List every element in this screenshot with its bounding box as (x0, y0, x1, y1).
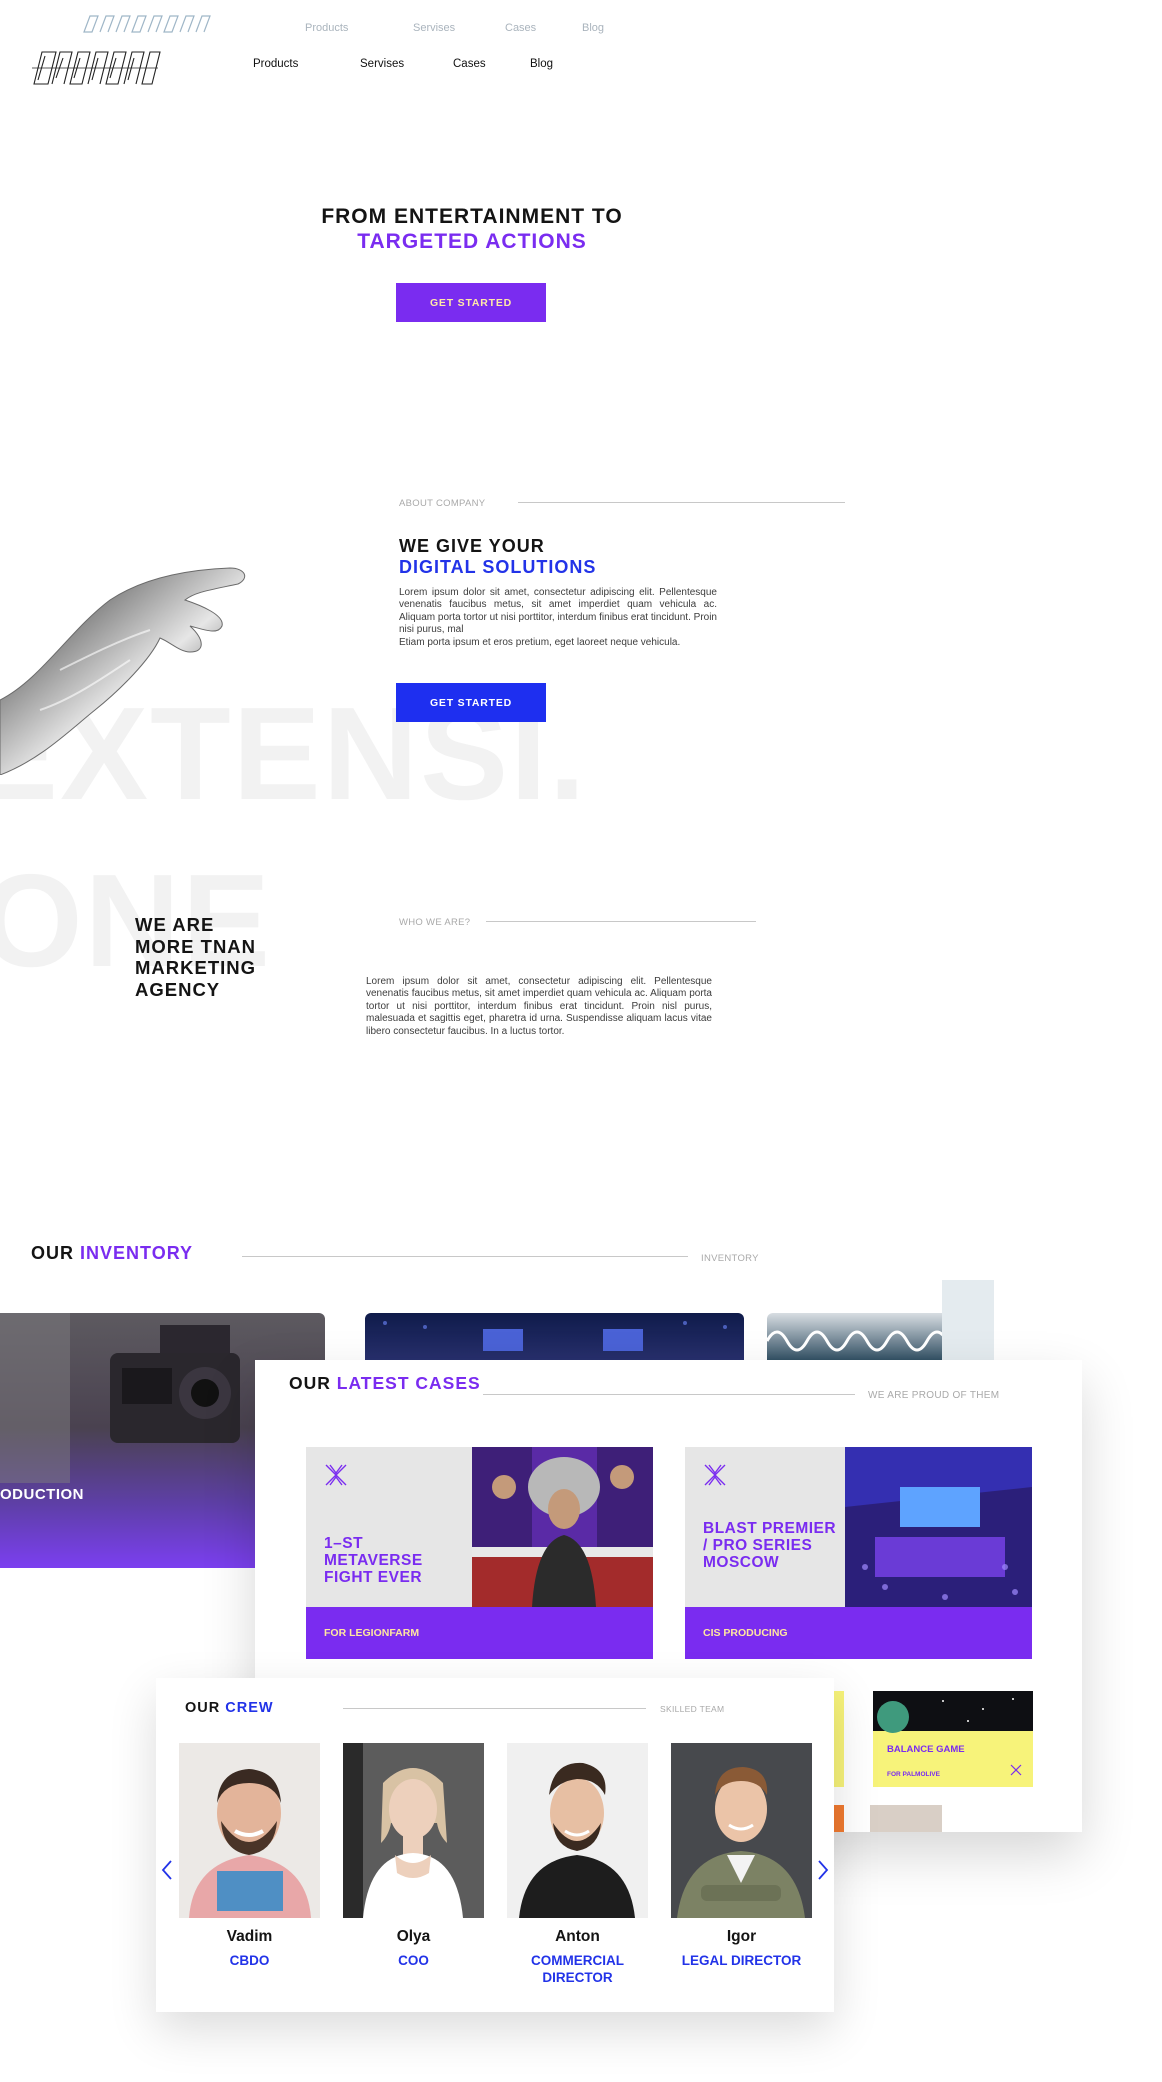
nav-item-servises[interactable]: Servises (360, 58, 404, 70)
balance-game-title: BALANCE GAME (887, 1744, 965, 1755)
planet-image (877, 1698, 1014, 1733)
nav-item-blog[interactable]: Blog (530, 58, 553, 70)
blast-arena-image (845, 1447, 1032, 1607)
crew-role-anton: COMMERCIAL DIRECTOR (531, 1953, 624, 1985)
latest-cases-title-a: OUR (289, 1373, 331, 1393)
crew-photo-vadim (179, 1743, 320, 1918)
case-card-balance-game[interactable]: BALANCE GAME FOR PALMOLIVE (873, 1691, 1033, 1787)
inventory-eyebrow: INVENTORY (701, 1253, 759, 1264)
crew-photo-anton (507, 1743, 648, 1918)
about-title-line1: WE GIVE YOUR (399, 536, 545, 556)
who-divider (486, 921, 756, 922)
inventory-title-a: OUR (31, 1243, 74, 1263)
inventory-title: OUR INVENTORY (31, 1243, 193, 1264)
crew-title: OUR CREW (185, 1700, 274, 1716)
latest-cases-title: OUR LATEST CASES (289, 1373, 481, 1394)
nav-item-products[interactable]: Products (253, 58, 298, 70)
about-paragraph: Lorem ipsum dolor sit amet, consectetur … (399, 587, 717, 636)
about-title: WE GIVE YOUR DIGITAL SOLUTIONS (399, 536, 596, 578)
inventory-card-arena[interactable] (365, 1313, 744, 1361)
crew-name-igor: Igor (726, 1928, 757, 1945)
who-title: WE ARE MORE TNAN MARKETING AGENCY (135, 914, 256, 1000)
who-eyebrow: WHO WE ARE? (399, 917, 471, 928)
crew-role-olya: COO (398, 1953, 429, 1968)
case-client-bar: CIS PRODUCING (685, 1607, 1032, 1659)
crew-role-vadim: CBDO (229, 1953, 270, 1968)
inventory-card-ghost (942, 1280, 994, 1362)
crew-prev-arrow-icon[interactable] (157, 1858, 177, 1882)
case-title: 1–ST METAVERSE FIGHT EVER (324, 1535, 423, 1586)
about-title-line2: DIGITAL SOLUTIONS (399, 557, 597, 577)
case-card-metaverse[interactable]: 1–ST METAVERSE FIGHT EVER FOR LEGIONFARM (306, 1447, 653, 1659)
arena-screens-image (383, 1321, 727, 1351)
crew-title-a: OUR (185, 1700, 221, 1716)
nav-ghost-servises: Servises (413, 22, 456, 34)
inventory-production-label: ODUCTION (0, 1486, 84, 1503)
hero-title-line2: TARGETED ACTIONS (357, 230, 587, 253)
crew-photo-igor (671, 1743, 812, 1918)
hero-get-started-button[interactable]: GET STARTED (396, 283, 546, 322)
light-installation-image (767, 1330, 943, 1352)
brand-x-icon (1010, 1764, 1022, 1776)
balance-game-client: FOR PALMOLIVE (887, 1771, 940, 1778)
crew-name-vadim: Vadim (226, 1928, 273, 1945)
logo-ghost-image (83, 15, 211, 33)
about-divider (518, 502, 845, 503)
case-card-peek-3 (870, 1805, 942, 1832)
brand-logo[interactable] (30, 48, 162, 88)
who-title-line4: AGENCY (135, 978, 221, 1000)
inventory-divider (242, 1256, 688, 1257)
nav-ghost-blog: Blog (582, 22, 605, 34)
crew-photo-olya (343, 1743, 484, 1918)
case-client-bar: FOR LEGIONFARM (306, 1607, 653, 1659)
who-title-line3: MARKETING (135, 957, 257, 978)
who-paragraph: Lorem ipsum dolor sit amet, consectetur … (366, 976, 712, 1037)
crew-divider (343, 1708, 646, 1709)
crew-name-olya: Olya (396, 1928, 431, 1945)
nav-item-cases[interactable]: Cases (453, 58, 486, 70)
crew-role-igor: LEGAL DIRECTOR (681, 1953, 802, 1968)
latest-cases-divider (483, 1394, 855, 1395)
latest-cases-title-b: LATEST CASES (336, 1373, 481, 1393)
who-title-line1: WE ARE (135, 914, 215, 935)
brand-x-icon (325, 1464, 347, 1486)
metaverse-fight-image (472, 1447, 653, 1607)
about-paragraph-2: Etiam porta ipsum et eros pretium, eget … (399, 637, 681, 648)
crew-title-b: CREW (225, 1700, 274, 1716)
nav-ghost-cases: Cases (505, 22, 537, 34)
who-title-line2: MORE TNAN (135, 935, 257, 957)
nav-ghost-products: Products (305, 22, 349, 34)
crew-name-anton: Anton (555, 1928, 600, 1945)
case-card-blast[interactable]: BLAST PREMIER / PRO SERIES MOSCOW CIS PR… (685, 1447, 1032, 1659)
case-title: BLAST PREMIER / PRO SERIES MOSCOW (703, 1520, 837, 1571)
latest-cases-eyebrow: WE ARE PROUD OF THEM (868, 1390, 1000, 1401)
hero-title-line1: FROM ENTERTAINMENT TO (321, 205, 623, 228)
inventory-card-light-installation[interactable] (767, 1313, 943, 1361)
crew-next-arrow-icon[interactable] (813, 1858, 833, 1882)
brand-x-icon (704, 1464, 726, 1486)
inventory-title-b: INVENTORY (80, 1243, 194, 1263)
crew-eyebrow: SKILLED TEAM (660, 1704, 725, 1714)
about-eyebrow: ABOUT COMPANY (399, 498, 486, 509)
chrome-hand-image (0, 567, 246, 775)
about-get-started-button[interactable]: GET STARTED (396, 683, 546, 722)
hero-title: FROM ENTERTAINMENT TO TARGETED ACTIONS (0, 204, 944, 254)
